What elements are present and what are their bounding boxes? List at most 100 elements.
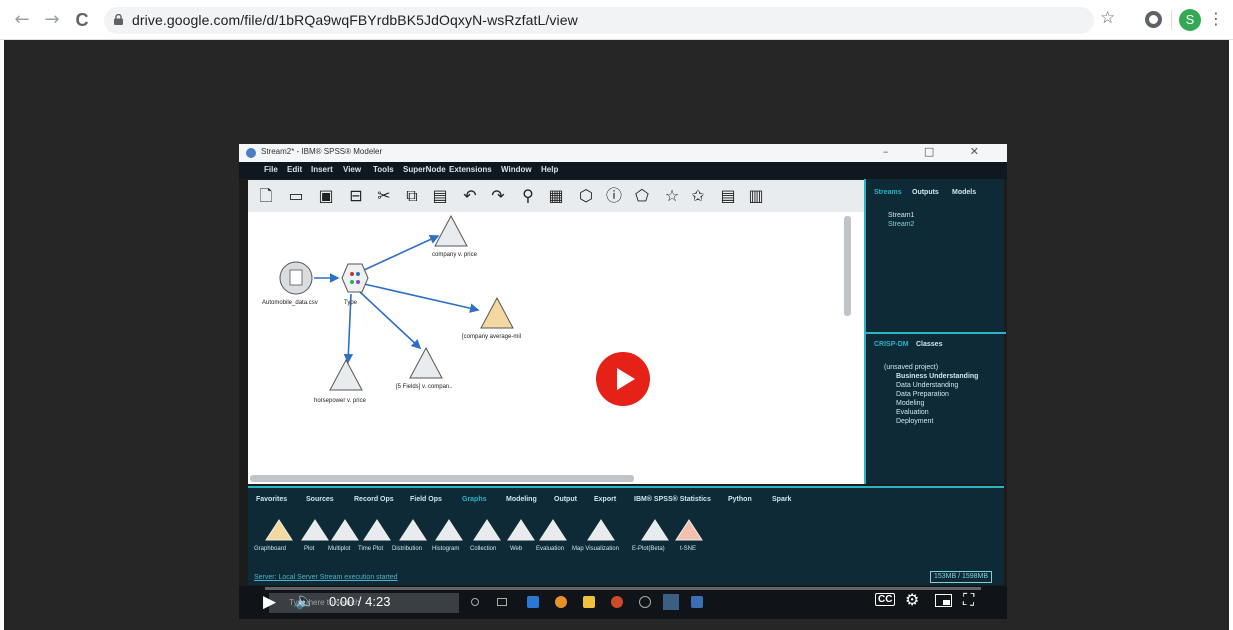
evaluation-node-icon	[539, 519, 567, 541]
preview-icon: ▦	[548, 186, 564, 205]
captions-icon[interactable]: CC	[875, 593, 896, 606]
t-sne-node-icon	[675, 519, 703, 541]
time-plot-node-icon	[363, 519, 391, 541]
menu-tools: Tools	[373, 165, 394, 174]
node-label-company-price: company v. price	[432, 252, 477, 258]
app-menubar: File Edit Insert View Tools SuperNode Ex…	[239, 162, 1007, 179]
settings-taskbar-icon	[639, 596, 651, 608]
node-label-source: Automobile_data.csv	[262, 300, 318, 306]
browser-toolbar: ← → C drive.google.com/file/d/1bRQa9wqFB…	[0, 0, 1233, 40]
paste-icon: ▤	[432, 186, 448, 205]
play-overlay-button[interactable]	[596, 352, 650, 406]
bookmark-star-icon[interactable]: ☆	[1100, 8, 1115, 28]
search-icon: ⚲	[522, 186, 534, 205]
palette-label-distribution: Distribution	[392, 546, 423, 552]
chrome-taskbar-icon	[555, 596, 567, 608]
graph-node-horsepower-price	[329, 358, 363, 391]
miniplayer-icon[interactable]	[935, 594, 952, 607]
menu-window: Window	[501, 165, 532, 174]
menu-edit: Edit	[287, 165, 303, 174]
edge-taskbar-icon	[527, 596, 539, 608]
play-icon	[617, 368, 635, 390]
video-progress-bar[interactable]	[265, 587, 981, 590]
phase-deployment: Deployment	[896, 418, 934, 425]
profile-avatar[interactable]: S	[1179, 9, 1201, 31]
palette-label-web: Web	[510, 546, 523, 552]
palette-tab-record-ops: Record Ops	[354, 496, 394, 503]
extension-icon[interactable]	[1145, 11, 1162, 28]
star-icon: ☆	[664, 186, 680, 205]
comment-icon: ▥	[748, 186, 764, 205]
distribution-node-icon	[399, 519, 427, 541]
graphboard-node-icon	[265, 519, 293, 541]
phase-data-understanding: Data Understanding	[896, 382, 959, 389]
palette-label-collection: Collection	[470, 546, 497, 552]
canvas-vertical-scrollbar	[844, 216, 851, 316]
palette-tab-graphs: Graphs	[462, 496, 487, 503]
palette-label-multiplot: Multiplot	[328, 546, 351, 552]
palette-tab-field-ops: Field Ops	[410, 496, 442, 503]
menu-extensions: Extensions	[449, 165, 492, 174]
tab-crisp-dm: CRISP-DM	[874, 341, 909, 348]
menu-file: File	[264, 165, 278, 174]
manager-panel: Streams Outputs Models Stream1 Stream2 C…	[864, 179, 1006, 484]
video-player[interactable]: Stream2* - IBM® SPSS® Modeler – □ ✕ File…	[239, 144, 1007, 619]
palette-tab-output: Output	[554, 496, 577, 503]
hexagon-icon: ⬡	[579, 186, 593, 205]
address-bar[interactable]: drive.google.com/file/d/1bRQa9wqFBYrdbBK…	[104, 7, 1094, 34]
palette-tab-spss-statistics: IBM® SPSS® Statistics	[634, 496, 711, 503]
histogram-node-icon	[435, 519, 463, 541]
menu-view: View	[343, 165, 362, 174]
server-status: Server: Local Server Stream execution st…	[254, 574, 398, 581]
browser-menu-icon[interactable]: ⋮	[1208, 9, 1224, 28]
project-root: (unsaved project)	[884, 364, 939, 371]
copy-icon: ⧉	[406, 186, 418, 205]
palette-tab-python: Python	[728, 496, 752, 503]
menu-insert: Insert	[311, 165, 333, 174]
reload-icon[interactable]: C	[70, 8, 94, 32]
panel-separator	[866, 332, 1006, 334]
stream-diagram	[279, 214, 514, 391]
palette-label-time-plot: Time Plot	[358, 546, 384, 552]
node-label-company-average: [company average-mil	[462, 334, 522, 340]
type-node	[341, 263, 369, 293]
back-icon[interactable]: ←	[10, 8, 34, 32]
toolbar-divider	[1171, 10, 1172, 30]
save-icon: ▣	[318, 186, 334, 205]
plot-node-icon	[301, 519, 329, 541]
web-node-icon	[507, 519, 535, 541]
tab-models: Models	[952, 189, 977, 196]
settings-gear-icon[interactable]: ⚙	[905, 590, 919, 609]
canvas-horizontal-scrollbar	[250, 475, 634, 482]
palette-label-graphboard: Graphboard	[254, 546, 287, 552]
volume-icon[interactable]: 🔈	[295, 591, 315, 610]
multiplot-node-icon	[331, 519, 359, 541]
tab-outputs: Outputs	[912, 189, 939, 196]
print-icon: ⊟	[349, 186, 363, 205]
palette-label-e-plot: E-Plot(Beta)	[632, 546, 665, 552]
cut-icon: ✂	[377, 186, 391, 205]
forward-icon[interactable]: →	[40, 8, 64, 32]
palette-label-t-sne: t-SNE	[680, 546, 697, 552]
fullscreen-icon[interactable]: ⛶	[963, 590, 974, 610]
lock-icon	[114, 14, 123, 25]
node-palette: Favorites Sources Record Ops Field Ops G…	[248, 486, 1004, 574]
open-folder-icon: ▭	[288, 186, 304, 205]
palette-label-histogram: Histogram	[432, 546, 460, 552]
firefox-taskbar-icon	[611, 596, 623, 608]
palette-label-map-visualization: Map Visualization	[572, 546, 619, 552]
phase-business-understanding: Business Understanding	[896, 373, 979, 380]
app-title: Stream2* - IBM® SPSS® Modeler	[261, 147, 383, 156]
node-label-horsepower-price: horsepower v. price	[314, 398, 366, 404]
undo-icon: ↶	[463, 186, 477, 205]
annotation-icon: ▤	[720, 186, 736, 205]
graph-node-company-average	[480, 296, 514, 329]
play-control-icon[interactable]: ▶	[263, 592, 276, 612]
window-controls: – □ ✕	[882, 145, 995, 158]
palette-tab-spark: Spark	[772, 496, 792, 503]
e-plot-node-icon	[641, 519, 669, 541]
video-time: 0:00 / 4:23	[329, 594, 391, 609]
app-title-bar: Stream2* - IBM® SPSS® Modeler – □ ✕	[239, 144, 1007, 162]
palette-tab-sources: Sources	[306, 496, 334, 503]
memory-usage: 153MB / 1598MB	[930, 571, 992, 583]
